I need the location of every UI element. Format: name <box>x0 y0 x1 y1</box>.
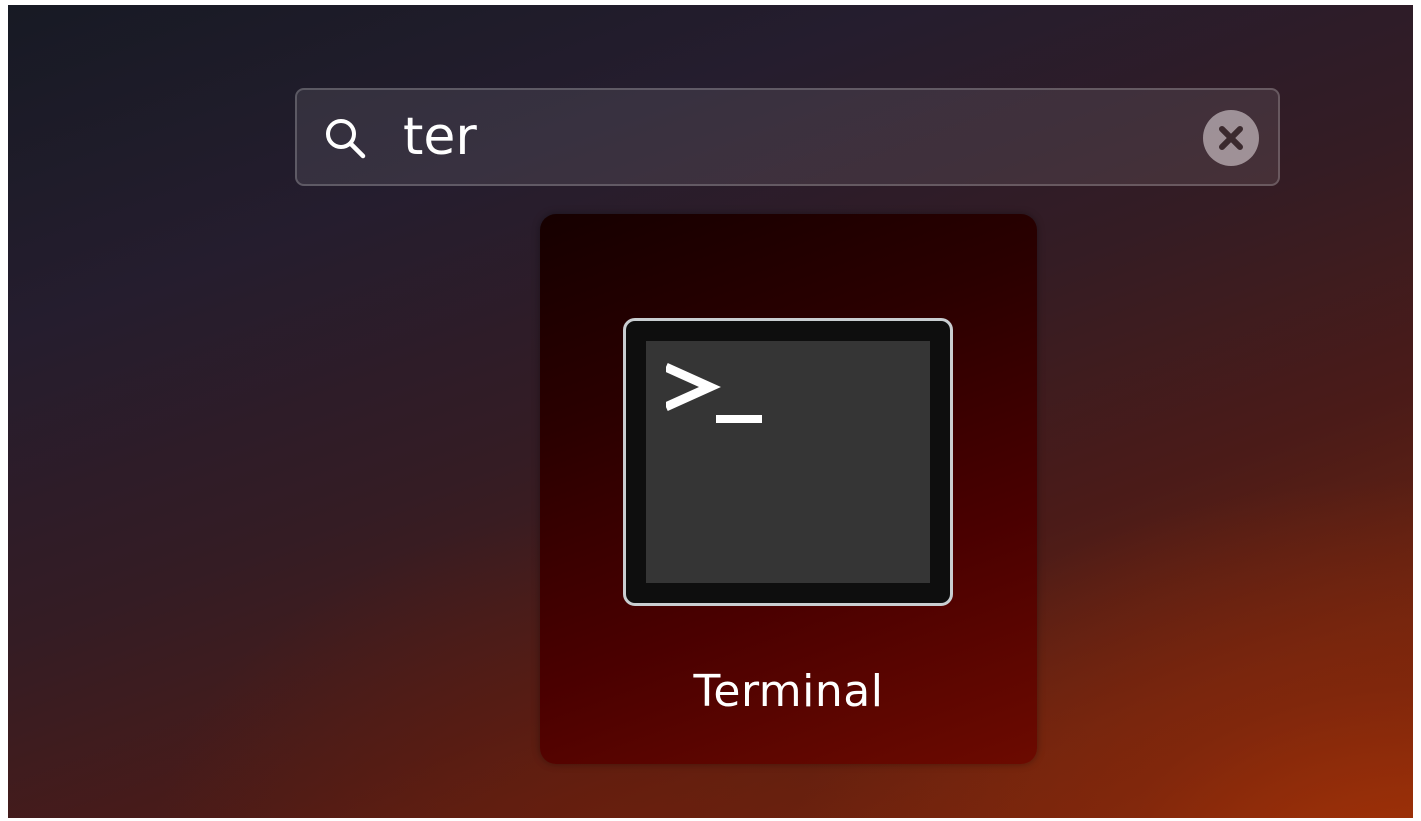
launchpad-background: Terminal <box>8 5 1413 818</box>
search-input[interactable] <box>403 104 1183 170</box>
app-result-terminal[interactable]: Terminal <box>540 214 1037 764</box>
app-name-label: Terminal <box>693 666 884 717</box>
search-icon <box>321 114 369 162</box>
terminal-screen <box>646 341 930 583</box>
clear-search-button[interactable] <box>1203 110 1259 166</box>
terminal-icon <box>623 318 953 606</box>
prompt-glyph <box>664 359 766 431</box>
search-bar[interactable] <box>295 88 1280 186</box>
